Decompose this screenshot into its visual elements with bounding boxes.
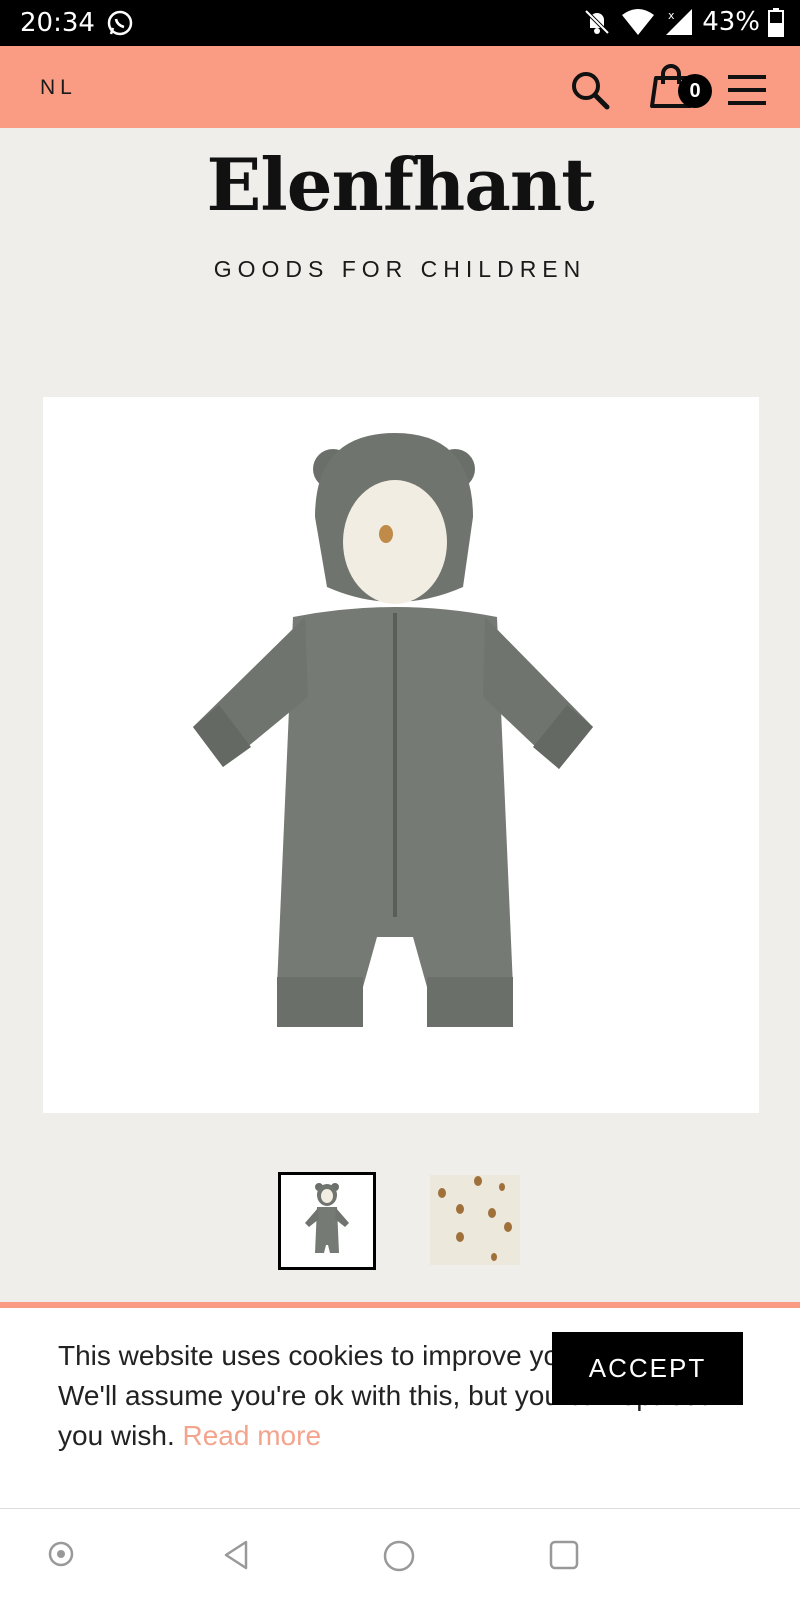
signal-icon: x <box>666 9 693 35</box>
site-header: NL 0 <box>0 46 800 128</box>
brand-logo[interactable]: Elenfhant <box>0 142 800 227</box>
language-switch[interactable]: NL <box>40 76 77 100</box>
status-time: 20:34 <box>20 8 95 38</box>
battery-percent: 43% <box>702 7 760 37</box>
wifi-icon <box>622 9 655 35</box>
thumbnail-snowsuit[interactable] <box>278 1172 376 1270</box>
back-icon[interactable] <box>220 1539 252 1571</box>
lemon-pattern-thumbnail-image <box>438 1176 512 1261</box>
battery-icon <box>768 8 784 37</box>
svg-text:x: x <box>668 9 675 22</box>
cookie-banner: This website uses cookies to improve you… <box>0 1302 800 1508</box>
thumbnail-lemon-pattern[interactable] <box>430 1175 520 1265</box>
snowsuit-illustration <box>193 433 593 1027</box>
search-icon[interactable] <box>568 68 612 112</box>
snowsuit-thumbnail-image <box>305 1183 349 1253</box>
product-image[interactable] <box>43 397 759 1113</box>
status-bar: 20:34 x 43% <box>0 0 800 46</box>
accept-cookies-button[interactable]: ACCEPT <box>552 1332 743 1405</box>
brand-tagline: GOODS FOR CHILDREN <box>213 256 587 282</box>
hamburger-menu-icon[interactable] <box>726 72 768 108</box>
whatsapp-icon <box>107 10 133 36</box>
record-icon[interactable] <box>46 1539 76 1569</box>
home-icon[interactable] <box>382 1539 416 1573</box>
recents-icon[interactable] <box>548 1539 580 1571</box>
read-more-link[interactable]: Read more <box>183 1420 322 1451</box>
bell-muted-icon <box>584 9 610 35</box>
cart-count-badge[interactable]: 0 <box>678 74 712 108</box>
system-nav-bar <box>0 1508 800 1600</box>
